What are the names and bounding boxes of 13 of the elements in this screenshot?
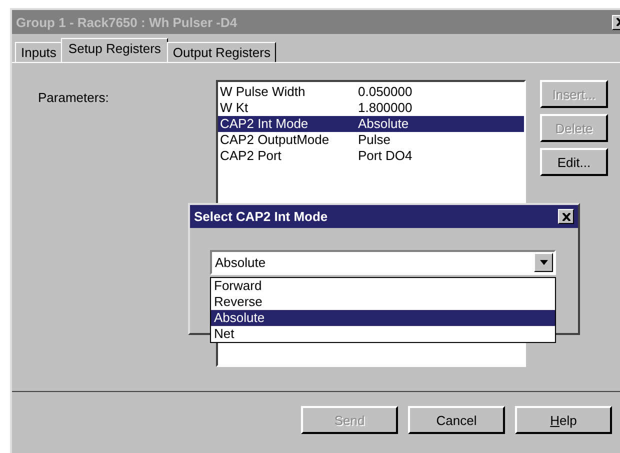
parameter-value: 0.050000 (358, 84, 412, 100)
parameter-name: CAP2 OutputMode (220, 132, 330, 148)
window-title: Group 1 - Rack7650 : Wh Pulser -D4 (16, 14, 238, 30)
parameter-value: 1.800000 (358, 100, 412, 116)
parameter-value: Absolute (358, 116, 409, 132)
parameter-value: Port DO4 (358, 148, 412, 164)
parameter-name: W Pulse Width (220, 84, 306, 100)
parameter-name: CAP2 Int Mode (220, 116, 310, 132)
parameter-name: W Kt (220, 100, 250, 116)
parameters-label: Parameters: (38, 90, 110, 105)
parameter-name: CAP2 Port (220, 148, 282, 164)
dialog-title: Select CAP2 Int Mode (194, 209, 328, 224)
parameter-value: Pulse (358, 132, 391, 148)
